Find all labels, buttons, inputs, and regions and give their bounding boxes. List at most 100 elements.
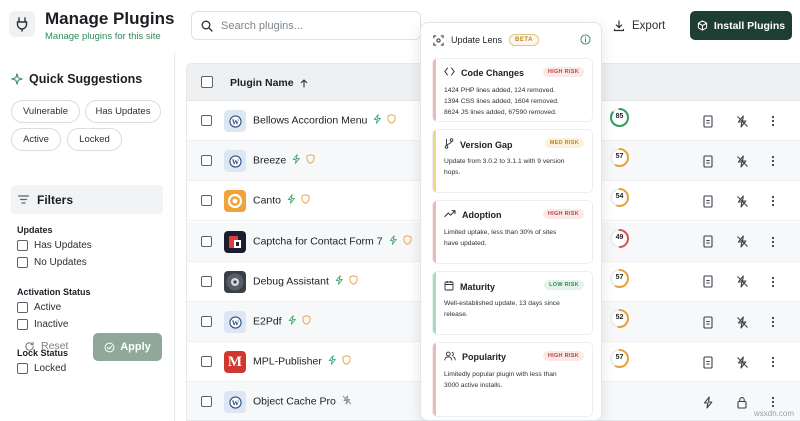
risk-badge: HIGH RISK bbox=[542, 351, 584, 361]
filters-heading[interactable]: Filters bbox=[11, 185, 163, 214]
card-description: Limited uptake, less than 30% of sites ha… bbox=[444, 229, 557, 247]
disable-auto-update-icon[interactable] bbox=[735, 235, 749, 249]
checkbox[interactable] bbox=[17, 319, 28, 330]
row-checkbox[interactable] bbox=[201, 396, 212, 408]
plugin-name[interactable]: Captcha for Contact Form 7 bbox=[253, 234, 412, 248]
code-icon bbox=[444, 67, 455, 78]
checkbox[interactable] bbox=[17, 257, 28, 268]
plugin-name[interactable]: E2Pdf bbox=[253, 315, 311, 328]
card-description: Update from 3.0.2 to 3.1.1 with 9 versio… bbox=[444, 158, 565, 176]
checkbox[interactable] bbox=[17, 302, 28, 313]
disable-auto-update-icon[interactable] bbox=[735, 355, 749, 369]
filter-locked[interactable]: Locked bbox=[17, 363, 66, 374]
watermark: wsxdn.com bbox=[753, 409, 794, 418]
activate-icon[interactable] bbox=[701, 395, 715, 409]
chip-has-updates[interactable]: Has Updates bbox=[85, 100, 161, 123]
changelog-icon[interactable] bbox=[701, 235, 715, 249]
changelog-icon[interactable] bbox=[701, 114, 715, 128]
plugin-name[interactable]: MPL-Publisher bbox=[253, 355, 351, 368]
plugin-name[interactable]: Canto bbox=[253, 194, 310, 207]
mpl-icon: M bbox=[224, 351, 246, 374]
plugin-name[interactable]: Breeze bbox=[253, 154, 315, 167]
security-shield-icon bbox=[342, 355, 351, 368]
export-button[interactable]: Export bbox=[607, 12, 671, 39]
search-input[interactable] bbox=[221, 19, 411, 32]
calendar-icon bbox=[444, 280, 454, 293]
filter-no-updates[interactable]: No Updates bbox=[17, 257, 87, 268]
risk-bar bbox=[433, 272, 436, 334]
changelog-icon[interactable] bbox=[701, 315, 715, 329]
risk-score: 85 bbox=[609, 107, 630, 128]
plugin-name[interactable]: Object Cache Pro bbox=[253, 395, 352, 408]
reset-button[interactable]: Reset bbox=[24, 340, 68, 352]
filter-has-updates[interactable]: Has Updates bbox=[17, 240, 92, 251]
search-box[interactable] bbox=[191, 11, 421, 40]
checkbox[interactable] bbox=[17, 240, 28, 251]
more-options-icon[interactable] bbox=[766, 275, 780, 289]
row-checkbox[interactable] bbox=[201, 316, 212, 327]
lock-icon[interactable] bbox=[735, 395, 749, 409]
changelog-icon[interactable] bbox=[701, 154, 715, 168]
more-options-icon[interactable] bbox=[766, 114, 780, 128]
more-options-icon[interactable] bbox=[766, 355, 780, 369]
chip-vulnerable[interactable]: Vulnerable bbox=[11, 100, 80, 123]
trend-icon bbox=[444, 209, 456, 220]
more-options-icon[interactable] bbox=[766, 154, 780, 168]
changelog-icon[interactable] bbox=[701, 275, 715, 289]
auto-update-off-icon bbox=[342, 395, 352, 408]
row-checkbox[interactable] bbox=[201, 195, 212, 207]
auto-update-icon bbox=[373, 114, 382, 127]
disable-auto-update-icon[interactable] bbox=[735, 114, 749, 128]
plugin-name[interactable]: Bellows Accordion Menu bbox=[253, 114, 396, 127]
search-icon bbox=[201, 20, 213, 32]
more-options-icon[interactable] bbox=[766, 194, 780, 208]
chip-locked[interactable]: Locked bbox=[67, 128, 122, 151]
more-options-icon[interactable] bbox=[766, 235, 780, 249]
changelog-icon[interactable] bbox=[701, 355, 715, 369]
risk-badge: HIGH RISK bbox=[542, 209, 584, 219]
select-all-checkbox[interactable] bbox=[201, 76, 213, 88]
risk-badge: HIGH RISK bbox=[542, 67, 584, 77]
lens-card-version-gap: Version Gap MED RISK Update from 3.0.2 to … bbox=[432, 129, 593, 193]
export-label: Export bbox=[632, 19, 666, 32]
row-checkbox[interactable] bbox=[201, 155, 212, 167]
security-shield-icon bbox=[387, 114, 396, 127]
disable-auto-update-icon[interactable] bbox=[735, 194, 749, 208]
risk-score: 52 bbox=[609, 308, 630, 329]
apply-button[interactable]: Apply bbox=[93, 333, 162, 361]
row-checkbox[interactable] bbox=[201, 356, 212, 368]
install-label: Install Plugins bbox=[713, 19, 786, 32]
more-options-icon[interactable] bbox=[766, 395, 780, 409]
more-options-icon[interactable] bbox=[766, 315, 780, 329]
disable-auto-update-icon[interactable] bbox=[735, 275, 749, 289]
row-checkbox[interactable] bbox=[201, 275, 212, 287]
captcha-icon bbox=[224, 230, 246, 253]
security-shield-icon bbox=[301, 194, 310, 207]
chip-active[interactable]: Active bbox=[11, 128, 61, 151]
column-plugin-name[interactable]: Plugin Name bbox=[230, 77, 308, 89]
info-icon[interactable] bbox=[580, 34, 591, 45]
install-plugins-button[interactable]: Install Plugins bbox=[690, 11, 792, 40]
plugin-name[interactable]: Debug Assistant bbox=[253, 274, 358, 288]
filter-inactive[interactable]: Inactive bbox=[17, 319, 68, 330]
lens-card-popularity: Popularity HIGH RISK Limitedly popular plu… bbox=[432, 342, 593, 417]
wordpress-icon: W bbox=[224, 110, 246, 132]
card-description: 1424 PHP lines added, 124 removed. 1394 C… bbox=[444, 87, 559, 116]
wordpress-icon: W bbox=[224, 391, 246, 414]
checkbox[interactable] bbox=[17, 363, 28, 374]
disable-auto-update-icon[interactable] bbox=[735, 315, 749, 329]
disable-auto-update-icon[interactable] bbox=[735, 154, 749, 168]
risk-score: 57 bbox=[609, 147, 630, 168]
risk-score: 57 bbox=[609, 268, 630, 289]
changelog-icon[interactable] bbox=[701, 194, 715, 208]
filter-active[interactable]: Active bbox=[17, 302, 61, 313]
beta-badge: BETA bbox=[509, 34, 539, 46]
svg-text:W: W bbox=[231, 318, 239, 327]
row-checkbox[interactable] bbox=[201, 235, 212, 247]
refresh-icon bbox=[25, 341, 34, 351]
update-lens-title: Update Lens bbox=[451, 35, 503, 45]
risk-score: 54 bbox=[609, 187, 630, 208]
package-icon bbox=[697, 20, 708, 31]
row-checkbox[interactable] bbox=[201, 115, 212, 126]
security-shield-icon bbox=[403, 234, 412, 248]
